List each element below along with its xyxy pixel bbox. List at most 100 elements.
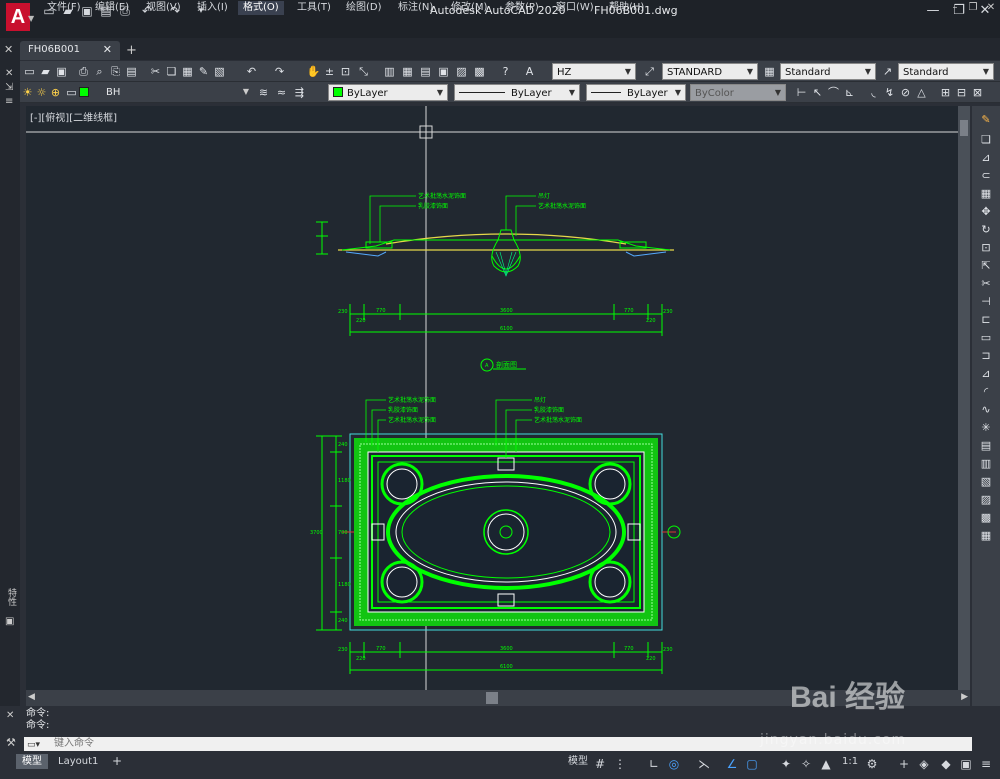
table-style-select[interactable]: Standard ▼ bbox=[780, 63, 876, 80]
bring-above-icon[interactable]: ▧ bbox=[978, 474, 994, 490]
menu-edit[interactable]: 编辑(E) bbox=[90, 1, 134, 15]
layer-plot-icon[interactable]: ▭ bbox=[64, 85, 79, 100]
annotation-monitor-icon[interactable]: + bbox=[896, 756, 912, 772]
workspace-gear-icon[interactable]: ⚙ bbox=[864, 756, 880, 772]
paste-icon[interactable]: ▦ bbox=[180, 64, 195, 79]
quick-dimension-icon[interactable]: ⊞ bbox=[938, 85, 953, 100]
jogged-icon[interactable]: ↯ bbox=[882, 85, 897, 100]
block-editor-icon[interactable]: ▧ bbox=[212, 64, 227, 79]
doc-restore-icon[interactable]: ❐ bbox=[966, 1, 980, 15]
annotation-scale-icon[interactable]: ▲ bbox=[818, 756, 834, 772]
menu-dimension[interactable]: 标注(N) bbox=[393, 1, 438, 15]
layer-freeze-icon[interactable]: ☼ bbox=[34, 85, 49, 100]
menu-modify[interactable]: 修改(M) bbox=[446, 1, 492, 15]
open-icon[interactable]: ▰ bbox=[38, 64, 53, 79]
sheet-set-icon[interactable]: ▣ bbox=[436, 64, 451, 79]
fillet-icon[interactable]: ◜ bbox=[978, 384, 994, 400]
undo-icon[interactable]: ↶ bbox=[244, 64, 259, 79]
draworder-back-icon[interactable]: ▥ bbox=[978, 456, 994, 472]
doc-minimize-icon[interactable]: – bbox=[948, 1, 962, 15]
file-tab[interactable]: FH06B001 ✕ bbox=[20, 41, 120, 60]
array-icon[interactable]: ▦ bbox=[978, 186, 994, 202]
zoom-previous-icon[interactable]: ⤡ bbox=[356, 64, 371, 79]
zoom-window-icon[interactable]: ⊡ bbox=[338, 64, 353, 79]
minimize-icon[interactable]: — bbox=[920, 2, 946, 20]
plot-icon[interactable]: ⎙ bbox=[76, 64, 91, 79]
dim-style-icon[interactable]: ⤢ bbox=[642, 64, 657, 79]
tab-model[interactable]: 模型 bbox=[16, 754, 48, 769]
angular-icon[interactable]: △ bbox=[914, 85, 929, 100]
object-snap-tracking-icon[interactable]: ∠ bbox=[724, 756, 740, 772]
close-palette-icon[interactable]: ✕ bbox=[5, 68, 13, 79]
menu-window[interactable]: 窗口(W) bbox=[551, 1, 599, 15]
layer-select[interactable]: BH ▼ bbox=[78, 84, 253, 101]
close-command-icon[interactable]: ✕ bbox=[6, 710, 14, 721]
color-select[interactable]: ByLayer ▼ bbox=[328, 84, 448, 101]
grid-icon[interactable]: # bbox=[592, 756, 608, 772]
match-properties-icon[interactable]: ✎ bbox=[196, 64, 211, 79]
tab-layout1[interactable]: Layout1 bbox=[52, 754, 104, 769]
properties-palette-tab[interactable]: 特性 bbox=[5, 588, 18, 606]
menu-tools[interactable]: 工具(T) bbox=[292, 1, 336, 15]
drawing-area[interactable]: 艺术批荡水泥饰面 乳胶漆饰面 吊灯 艺术批荡水泥饰面 230 770 3600 … bbox=[26, 106, 958, 690]
menu-format[interactable]: 格式(O) bbox=[238, 1, 284, 15]
join-icon[interactable]: ⊐ bbox=[978, 348, 994, 364]
add-layout-icon[interactable]: + bbox=[106, 754, 128, 769]
doc-close-icon[interactable]: ✕ bbox=[984, 1, 998, 15]
scroll-left-icon[interactable]: ◀ bbox=[28, 692, 35, 702]
help-icon[interactable]: ? bbox=[498, 64, 513, 79]
isolate-objects-icon[interactable]: ◈ bbox=[916, 756, 932, 772]
mleader-style-select[interactable]: Standard ▼ bbox=[898, 63, 994, 80]
qnew-icon[interactable]: ▭ bbox=[22, 64, 37, 79]
tool-palettes-icon[interactable]: ▤ bbox=[418, 64, 433, 79]
radius-icon[interactable]: ◟ bbox=[866, 85, 881, 100]
offset-icon[interactable]: ⊂ bbox=[978, 168, 994, 184]
scroll-thumb[interactable] bbox=[486, 692, 498, 704]
application-menu-button[interactable]: A ▼ bbox=[0, 0, 36, 38]
properties-icon[interactable]: ▥ bbox=[382, 64, 397, 79]
scroll-thumb[interactable] bbox=[960, 120, 968, 136]
scale-icon[interactable]: ⊡ bbox=[978, 240, 994, 256]
settings-icon[interactable]: ≡ bbox=[5, 96, 13, 107]
break-icon[interactable]: ▭ bbox=[978, 330, 994, 346]
viewport-controls[interactable]: [-][俯视][二维线框] bbox=[30, 109, 117, 124]
lineweight-select[interactable]: ByLayer ▼ bbox=[586, 84, 686, 101]
continue-icon[interactable]: ⊠ bbox=[970, 85, 985, 100]
layer-lock-icon[interactable]: ⊕ bbox=[48, 85, 63, 100]
stretch-icon[interactable]: ⇱ bbox=[978, 258, 994, 274]
command-icon[interactable]: ▭▾ bbox=[27, 738, 40, 752]
baseline-icon[interactable]: ⊟ bbox=[954, 85, 969, 100]
break-at-point-icon[interactable]: ⊏ bbox=[978, 312, 994, 328]
pin-icon[interactable]: ⇲ bbox=[5, 82, 13, 93]
hardware-acceleration-icon[interactable]: ◆ bbox=[938, 756, 954, 772]
plot-preview-icon[interactable]: ⌕ bbox=[92, 64, 107, 79]
text-style-icon[interactable]: A bbox=[522, 64, 537, 79]
mleader-style-icon[interactable]: ↗ bbox=[880, 64, 895, 79]
layer-properties-icon[interactable]: ≋ bbox=[256, 85, 271, 100]
arc-length-icon[interactable]: ⌒ bbox=[826, 85, 841, 100]
send-under-icon[interactable]: ▨ bbox=[978, 492, 994, 508]
vertical-scrollbar[interactable] bbox=[958, 106, 970, 690]
ordinate-icon[interactable]: ⊾ bbox=[842, 85, 857, 100]
move-icon[interactable]: ✥ bbox=[978, 204, 994, 220]
extend-icon[interactable]: ⊣ bbox=[978, 294, 994, 310]
menu-draw[interactable]: 绘图(D) bbox=[341, 1, 387, 15]
copy-object-icon[interactable]: ❏ bbox=[978, 132, 994, 148]
text-front-icon[interactable]: ▩ bbox=[978, 510, 994, 526]
save-icon[interactable]: ▣ bbox=[54, 64, 69, 79]
menu-parametric[interactable]: 参数(P) bbox=[500, 1, 544, 15]
diameter-icon[interactable]: ⊘ bbox=[898, 85, 913, 100]
close-palette-icon[interactable]: ✕ bbox=[4, 43, 13, 56]
3d-print-icon[interactable]: ▤ bbox=[124, 64, 139, 79]
pan-icon[interactable]: ✋ bbox=[306, 64, 321, 79]
make-object-layer-current-icon[interactable]: ≈ bbox=[274, 85, 289, 100]
menu-insert[interactable]: 插入(I) bbox=[192, 1, 233, 15]
mirror-icon[interactable]: ⊿ bbox=[978, 150, 994, 166]
table-style-icon[interactable]: ▦ bbox=[762, 64, 777, 79]
publish-icon[interactable]: ⎘ bbox=[108, 64, 123, 79]
aligned-dimension-icon[interactable]: ↖ bbox=[810, 85, 825, 100]
menu-view[interactable]: 视图(V) bbox=[141, 1, 186, 15]
isodraft-icon[interactable]: ⋋ bbox=[696, 756, 712, 772]
linear-dimension-icon[interactable]: ⊢ bbox=[794, 85, 809, 100]
menu-file[interactable]: 文件(F) bbox=[42, 1, 86, 15]
